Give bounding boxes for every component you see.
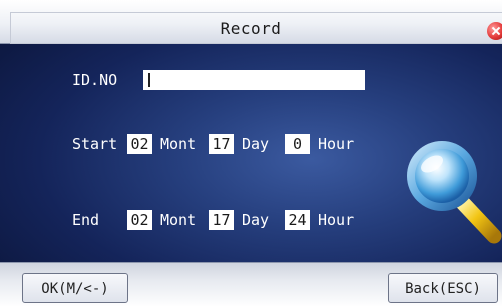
end-month-unit: Mont	[160, 211, 197, 229]
start-day-input[interactable]: 17	[209, 134, 234, 154]
id-no-input[interactable]	[143, 70, 365, 90]
record-screen: Record ID.NO Start 02 Mont 17 Day 0 Hour…	[0, 0, 502, 306]
start-month-input[interactable]: 02	[127, 134, 152, 154]
window-title: Record	[220, 19, 282, 38]
end-hour-unit: Hour	[318, 211, 355, 229]
id-no-label: ID.NO	[72, 71, 118, 89]
text-caret	[148, 73, 150, 87]
end-day-unit: Day	[242, 211, 270, 229]
close-icon[interactable]	[487, 22, 502, 40]
back-button[interactable]: Back(ESC)	[388, 273, 498, 303]
search-icon	[407, 141, 502, 244]
ok-button[interactable]: OK(M/<-)	[22, 273, 128, 303]
end-hour-input[interactable]: 24	[285, 210, 310, 230]
start-hour-unit: Hour	[318, 135, 355, 153]
end-month-input[interactable]: 02	[127, 210, 152, 230]
title-bar: Record	[0, 0, 502, 44]
end-day-input[interactable]: 17	[209, 210, 234, 230]
end-label: End	[72, 211, 100, 229]
start-day-unit: Day	[242, 135, 270, 153]
start-hour-input[interactable]: 0	[285, 134, 310, 154]
start-label: Start	[72, 135, 118, 153]
bottom-bar: OK(M/<-) Back(ESC)	[0, 262, 502, 306]
start-month-unit: Mont	[160, 135, 197, 153]
